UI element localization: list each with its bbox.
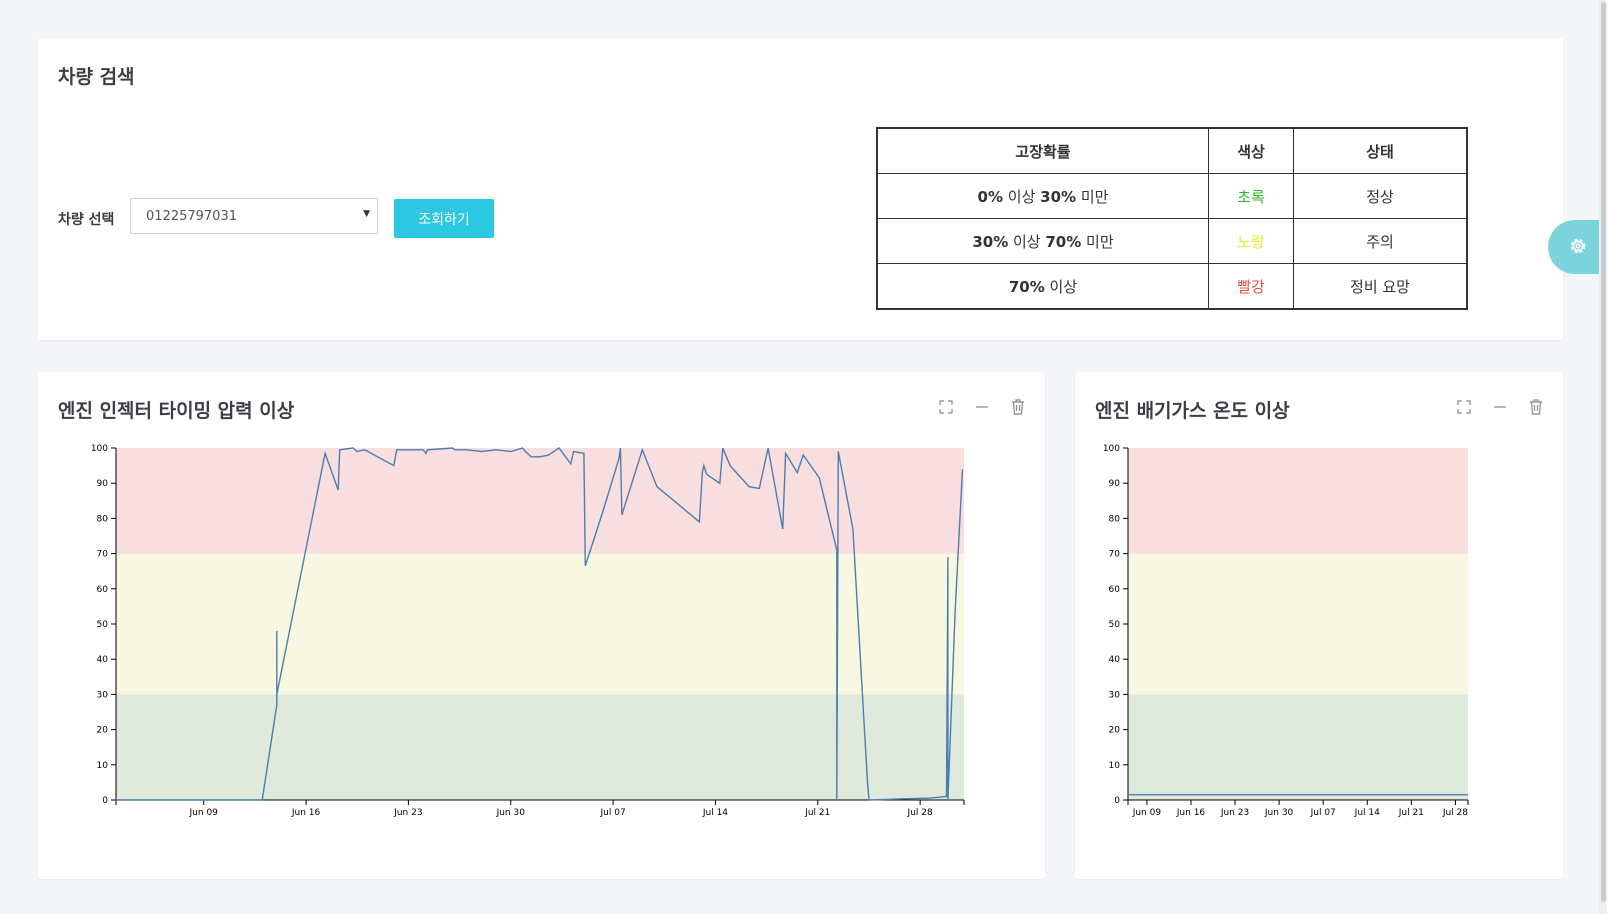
x-tick-label: Jul 28 (907, 808, 933, 818)
y-tick-label: 30 (97, 690, 109, 700)
range-suffix: 미만 (1081, 232, 1114, 251)
color-cell: 빨강 (1208, 263, 1294, 310)
range-low: 0% (977, 187, 1004, 206)
range-high: 70% (1045, 232, 1082, 251)
table-header-row: 고장확률 색상 상태 (876, 127, 1468, 174)
selected-vehicle-value: 01225797031 (146, 209, 237, 224)
x-tick-label: Jun 09 (189, 808, 219, 818)
range-suffix: 미만 (1076, 187, 1109, 206)
dropdown-arrow-icon: ▼ (363, 209, 370, 219)
y-tick-label: 40 (97, 655, 109, 665)
exhaust-temp-line-chart: 0 10 20 30 40 50 60 70 80 90 100 Jun 09 Jun 16 Jun 23… (1103, 444, 1469, 818)
header-status: 상태 (1293, 127, 1468, 174)
y-tick-label: 90 (1109, 479, 1121, 489)
range-mid: 이상 (1003, 187, 1041, 206)
x-tick-label: Jun 30 (496, 808, 526, 818)
gear-icon (1570, 238, 1586, 254)
y-tick-label: 0 (1114, 796, 1120, 806)
threshold-band (1128, 553, 1468, 695)
y-tick-label: 100 (1103, 444, 1120, 454)
x-tick-label: Jun 23 (393, 808, 422, 818)
scrollbar-thumb[interactable] (1601, 2, 1606, 902)
y-tick-label: 70 (1109, 550, 1121, 560)
page-scrollbar[interactable] (1599, 0, 1607, 914)
vehicle-select-dropdown[interactable]: 01225797031 ▼ (130, 198, 378, 234)
x-tick-label: Jun 23 (1220, 808, 1249, 818)
x-tick-label: Jun 16 (291, 808, 321, 818)
table-row: 30% 이상 70% 미만 노랑 주의 (876, 218, 1468, 264)
y-tick-label: 70 (97, 550, 109, 560)
y-tick-label: 50 (1109, 620, 1121, 630)
x-tick-label: Jul 28 (1442, 808, 1468, 818)
status-cell: 주의 (1293, 218, 1468, 264)
x-tick-label: Jul 21 (804, 808, 830, 818)
failure-probability-legend-table: 고장확률 색상 상태 0% 이상 30% 미만 초록 정상 30% 이상 70%… (876, 127, 1468, 310)
threshold-band (116, 448, 964, 554)
vehicle-search-panel: 차량 검색 차량 선택 01225797031 ▼ 조회하기 고장확률 색상 상… (38, 38, 1563, 340)
color-cell: 노랑 (1208, 218, 1294, 264)
query-button[interactable]: 조회하기 (394, 199, 494, 238)
x-tick-label: Jun 30 (1264, 808, 1294, 818)
probability-cell: 30% 이상 70% 미만 (876, 218, 1209, 264)
injector-timing-line-chart: 0 10 20 30 40 50 60 70 80 90 100 Jun 09 Jun 16 Jun 23… (91, 444, 965, 818)
exhaust-temp-chart-panel: 엔진 배기가스 온도 이상 0 10 20 30 40 50 60 70 80 90 100 Jun … (1075, 372, 1563, 879)
y-tick-label: 100 (91, 444, 108, 454)
status-cell: 정비 요망 (1293, 263, 1468, 310)
threshold-band (1128, 694, 1468, 800)
x-tick-label: Jul 07 (600, 808, 626, 818)
range-mid: 이상 (1044, 277, 1078, 296)
probability-cell: 70% 이상 (876, 263, 1209, 310)
injector-timing-chart-panel: 엔진 인젝터 타이밍 압력 이상 0 10 20 30 40 50 60 70 80 90 100 J… (38, 372, 1045, 879)
x-tick-label: Jun 09 (1132, 808, 1162, 818)
status-cell: 정상 (1293, 173, 1468, 219)
y-tick-label: 80 (1109, 514, 1121, 524)
table-row: 70% 이상 빨강 정비 요망 (876, 263, 1468, 310)
y-tick-label: 20 (1109, 726, 1121, 736)
y-tick-label: 0 (102, 796, 108, 806)
y-tick-label: 10 (97, 761, 109, 771)
range-high: 30% (1040, 187, 1077, 206)
y-tick-label: 80 (97, 514, 109, 524)
y-tick-label: 30 (1109, 690, 1121, 700)
threshold-band (1128, 448, 1468, 554)
color-cell: 초록 (1208, 173, 1294, 219)
x-tick-label: Jul 14 (702, 808, 728, 818)
y-tick-label: 40 (1109, 655, 1121, 665)
x-tick-label: Jul 21 (1398, 808, 1424, 818)
x-tick-label: Jul 14 (1354, 808, 1380, 818)
y-tick-label: 60 (1109, 585, 1121, 595)
vehicle-select-label: 차량 선택 (58, 212, 115, 228)
y-tick-label: 90 (97, 479, 109, 489)
x-tick-label: Jun 16 (1176, 808, 1206, 818)
range-low: 70% (1008, 277, 1045, 296)
x-tick-label: Jul 07 (1310, 808, 1336, 818)
range-low: 30% (972, 232, 1009, 251)
y-tick-label: 10 (1109, 761, 1121, 771)
search-panel-title: 차량 검색 (58, 66, 135, 88)
y-tick-label: 20 (97, 726, 109, 736)
header-probability: 고장확률 (876, 127, 1209, 174)
probability-cell: 0% 이상 30% 미만 (876, 173, 1209, 219)
y-tick-label: 50 (97, 620, 109, 630)
header-color: 색상 (1208, 127, 1294, 174)
table-row: 0% 이상 30% 미만 초록 정상 (876, 173, 1468, 219)
y-tick-label: 60 (97, 585, 109, 595)
range-mid: 이상 (1008, 232, 1046, 251)
